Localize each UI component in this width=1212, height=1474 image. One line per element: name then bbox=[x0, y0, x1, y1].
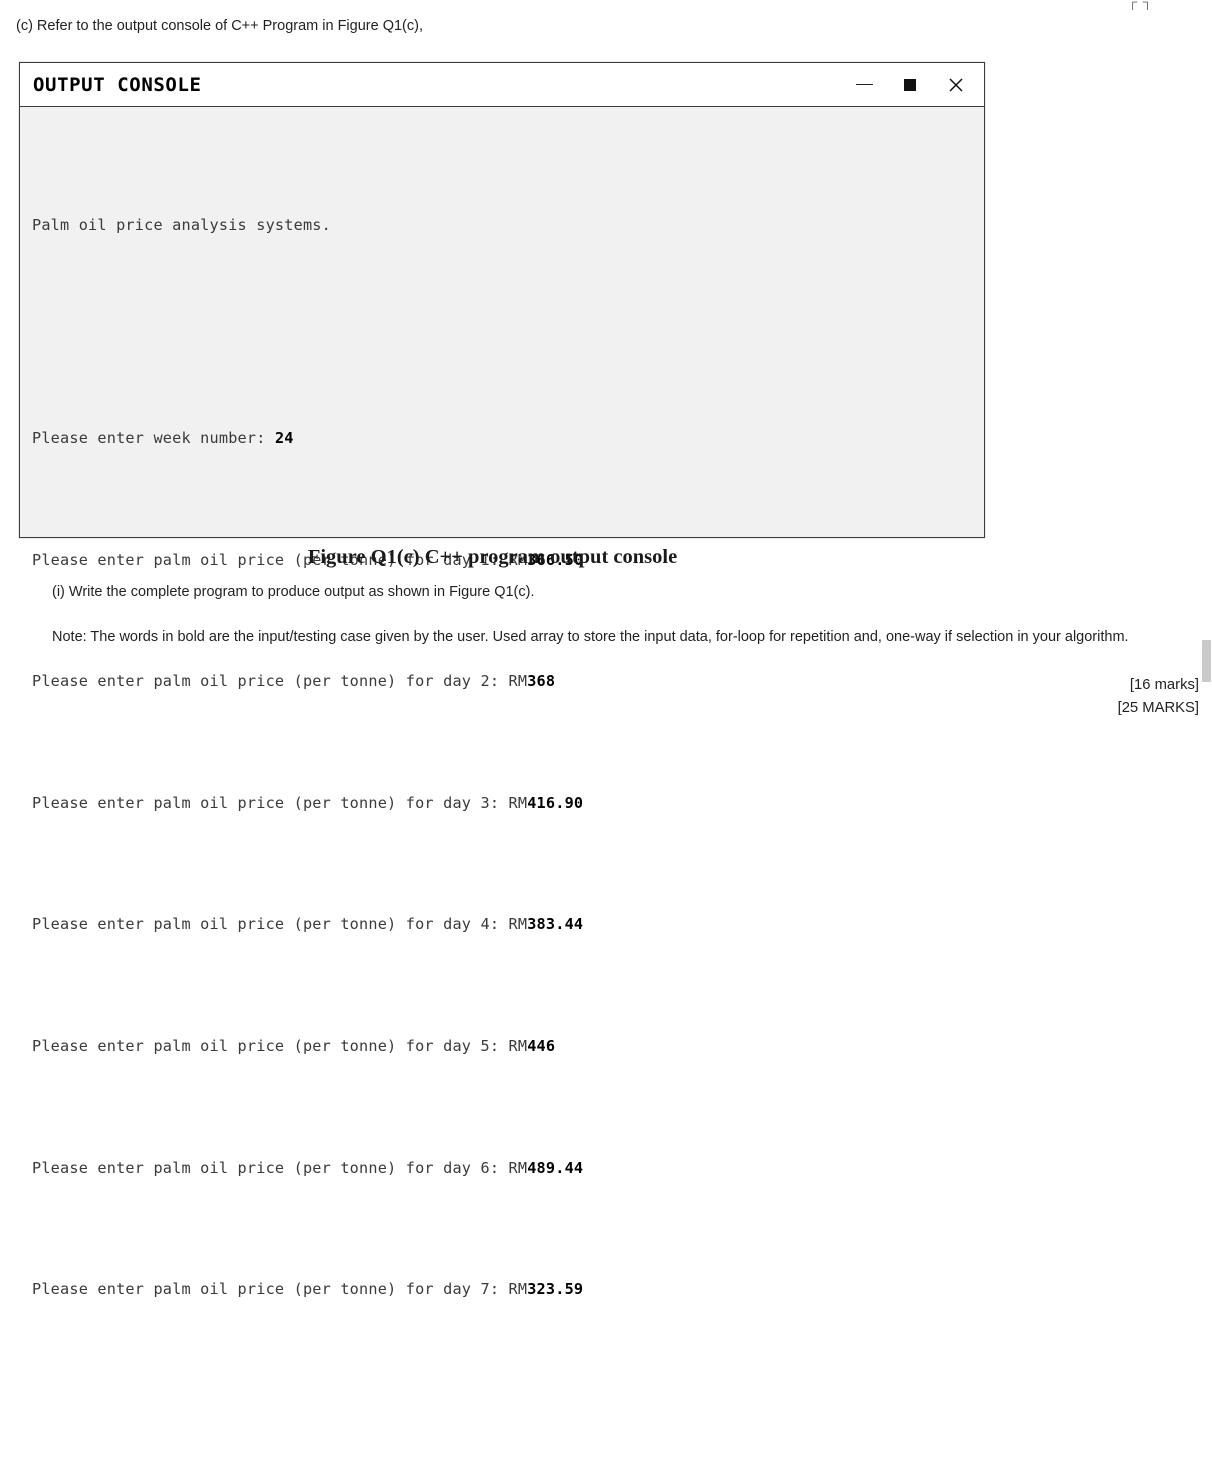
currency-label: RM bbox=[508, 1280, 528, 1299]
day-label: 5: bbox=[480, 1037, 509, 1056]
sub-question-i: (i) Write the complete program to produc… bbox=[52, 584, 535, 600]
console-line-header: Palm oil price analysis systems. bbox=[32, 216, 331, 235]
currency-label: RM bbox=[508, 915, 528, 934]
day-price-value: 383.44 bbox=[527, 915, 584, 934]
day-prompt-prefix: Please enter palm oil price (per tonne) … bbox=[32, 672, 481, 691]
day-price-value: 323.59 bbox=[527, 1280, 584, 1299]
window-controls bbox=[854, 75, 970, 95]
day-prompt-prefix: Please enter palm oil price (per tonne) … bbox=[32, 915, 481, 934]
console-line-day-7: Please enter palm oil price (per tonne) … bbox=[32, 1274, 984, 1304]
day-price-value: 416.90 bbox=[527, 793, 584, 812]
note-text: Note: The words in bold are the input/te… bbox=[52, 629, 1129, 645]
console-line-day-2: Please enter palm oil price (per tonne) … bbox=[32, 666, 984, 696]
console-line-day-5: Please enter palm oil price (per tonne) … bbox=[32, 1031, 984, 1061]
day-label: 3: bbox=[480, 793, 509, 812]
day-price-value: 446 bbox=[527, 1037, 556, 1056]
day-prompt-prefix: Please enter palm oil price (per tonne) … bbox=[32, 1280, 481, 1299]
console-line-day-3: Please enter palm oil price (per tonne) … bbox=[32, 788, 984, 818]
day-label: 2: bbox=[480, 672, 509, 691]
page-scrollbar[interactable] bbox=[1201, 0, 1212, 737]
close-icon[interactable] bbox=[946, 75, 966, 95]
marks-total: [25 MARKS] bbox=[1117, 700, 1199, 716]
week-input-value: 24 bbox=[274, 429, 294, 448]
marks-part: [16 marks] bbox=[1129, 677, 1199, 693]
page-scrollbar-thumb[interactable] bbox=[1202, 640, 1211, 682]
minimize-icon[interactable] bbox=[854, 75, 874, 95]
console-line-day-4: Please enter palm oil price (per tonne) … bbox=[32, 909, 984, 939]
day-label: 6: bbox=[480, 1158, 509, 1177]
maximize-icon[interactable] bbox=[900, 75, 920, 95]
currency-label: RM bbox=[508, 793, 528, 812]
day-prompt-prefix: Please enter palm oil price (per tonne) … bbox=[32, 1158, 481, 1177]
page-top-cutoff-artifact: ┌ ┐ bbox=[1128, 0, 1154, 9]
console-line-week-prompt: Please enter week number: 24 bbox=[32, 423, 984, 453]
question-intro-text: (c) Refer to the output console of C++ P… bbox=[16, 18, 423, 34]
console-line-day-6: Please enter palm oil price (per tonne) … bbox=[32, 1153, 984, 1183]
output-console-window: OUTPUT CONSOLE Palm oil price analysis s… bbox=[19, 62, 985, 1298]
currency-label: RM bbox=[508, 672, 528, 691]
console-titlebar[interactable]: OUTPUT CONSOLE bbox=[20, 63, 984, 107]
currency-label: RM bbox=[508, 1037, 528, 1056]
day-price-value: 368 bbox=[527, 672, 556, 691]
console-output-area: Palm oil price analysis systems. Please … bbox=[20, 107, 984, 1474]
marks-block: [16 marks] [25 MARKS] bbox=[1118, 674, 1199, 720]
currency-label: RM bbox=[508, 1158, 528, 1177]
day-label: 4: bbox=[480, 915, 509, 934]
day-prompt-prefix: Please enter palm oil price (per tonne) … bbox=[32, 1037, 481, 1056]
day-price-value: 489.44 bbox=[527, 1158, 584, 1177]
day-label: 7: bbox=[480, 1280, 509, 1299]
day-prompt-prefix: Please enter palm oil price (per tonne) … bbox=[32, 793, 481, 812]
week-prompt-text: Please enter week number: bbox=[32, 429, 275, 448]
console-title: OUTPUT CONSOLE bbox=[33, 73, 202, 96]
figure-caption: Figure Q1(c) C++ program output console bbox=[307, 546, 678, 568]
